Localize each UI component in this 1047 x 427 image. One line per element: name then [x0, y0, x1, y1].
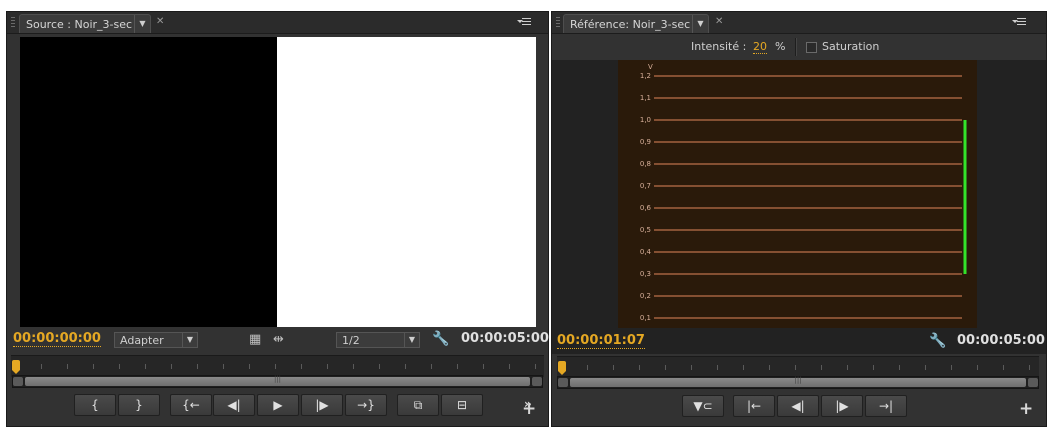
chevron-down-icon[interactable]: ▼ — [134, 15, 150, 33]
panel-menu-icon[interactable] — [517, 17, 531, 27]
fit-dropdown-value: Adapter — [120, 334, 164, 347]
step-forward-button[interactable]: |▶ — [821, 395, 863, 417]
scope-level-label: 0,6 — [640, 204, 652, 212]
go-to-out-button[interactable]: →} — [345, 394, 387, 416]
tab-source[interactable]: Source : Noir_3-sec ▼ — [19, 14, 151, 33]
scope-level-label: 0,9 — [640, 138, 651, 146]
go-to-out-button[interactable]: →| — [865, 395, 907, 417]
time-ruler[interactable] — [557, 356, 1039, 378]
scope-level-label: 0,5 — [640, 226, 651, 234]
intensity-label: Intensité : — [691, 40, 747, 53]
add-button-icon[interactable]: + — [522, 399, 536, 419]
chevron-down-icon[interactable]: ▼ — [692, 15, 708, 33]
scope-background — [618, 60, 977, 328]
waveform-display: V1,2 1,1 1,0 0,9 0,8 0,7 0,6 0,5 0,4 0,3 0,2 0,1 — [618, 60, 977, 328]
toolbar-divider — [795, 38, 796, 56]
overwrite-button[interactable]: ⊟ — [441, 394, 483, 416]
ruler-ticks — [561, 365, 1035, 370]
play-button[interactable]: ▶ — [257, 394, 299, 416]
scope-toolbar: Intensité : 20 % Saturation — [552, 35, 1046, 59]
zoom-handle-right[interactable] — [1028, 378, 1038, 387]
step-back-button[interactable]: ◀| — [777, 395, 819, 417]
resolution-dropdown-value: 1/2 — [342, 334, 360, 347]
scope-level-label: 0,7 — [640, 182, 651, 190]
scope-level-label: 0,8 — [640, 160, 651, 168]
current-timecode[interactable]: 00:00:01:07 — [557, 333, 645, 349]
wrench-icon[interactable]: 🔧 — [929, 334, 946, 348]
chevron-down-icon: ▼ — [182, 333, 197, 347]
playhead[interactable] — [12, 360, 20, 374]
scope-unit-label: V — [648, 63, 653, 71]
zoom-handle-left[interactable] — [13, 377, 23, 386]
go-to-in-button[interactable]: {← — [170, 394, 212, 416]
tab-reference[interactable]: Référence: Noir_3-sec ▼ — [563, 14, 709, 33]
playhead[interactable] — [558, 361, 566, 375]
saturation-checkbox[interactable] — [806, 42, 817, 53]
white-frame-area — [277, 37, 536, 327]
mark-out-button[interactable]: } — [118, 394, 160, 416]
panel-grip-icon[interactable] — [556, 17, 560, 29]
zoom-scrollbar[interactable] — [12, 375, 543, 388]
tab-reference-label: Référence: Noir_3-sec — [570, 18, 691, 31]
mark-in-button[interactable]: { — [74, 394, 116, 416]
tab-source-label: Source : Noir_3-sec — [26, 18, 133, 31]
chevron-down-icon: ▼ — [404, 333, 419, 347]
panel-menu-icon[interactable] — [1012, 17, 1026, 27]
waveform-scope: V 1,2 1,1 1,0 0,9 0,8 0,7 0,6 0,5 0,4 0,3 0,2 0,1 — [552, 60, 1046, 354]
current-timecode[interactable]: 00:00:00:00 — [13, 331, 101, 347]
step-back-button[interactable]: ◀| — [213, 394, 255, 416]
close-icon[interactable]: ✕ — [715, 16, 723, 27]
add-button-icon[interactable]: + — [1019, 399, 1033, 419]
scope-level-label: 1,2 — [640, 72, 651, 80]
fit-dropdown[interactable]: Adapter ▼ — [114, 332, 198, 348]
close-icon[interactable]: ✕ — [156, 16, 164, 27]
source-monitor-panel: Source : Noir_3-sec ▼ ✕ 00:00:00:00 Adap… — [6, 11, 549, 427]
intensity-unit: % — [775, 40, 786, 53]
reference-monitor-panel: Référence: Noir_3-sec ▼ ✕ Intensité : 20… — [551, 11, 1047, 427]
duration-timecode: 00:00:05:00 — [461, 331, 549, 346]
scope-level-label: 0,4 — [640, 248, 652, 256]
insert-button[interactable]: ⧉ — [397, 394, 439, 416]
saturation-label: Saturation — [822, 40, 880, 53]
wrench-icon[interactable]: 🔧 — [432, 332, 449, 346]
scope-level-label: 0,2 — [640, 292, 651, 300]
scope-level-label: 0,1 — [640, 314, 651, 322]
scope-level-label: 1,0 — [640, 116, 651, 124]
source-tab-bar: Source : Noir_3-sec ▼ ✕ — [7, 12, 548, 34]
panel-grip-icon[interactable] — [11, 17, 15, 29]
zoom-handle-right[interactable] — [532, 377, 542, 386]
zoom-scrollbar-thumb[interactable] — [25, 377, 530, 386]
intensity-value[interactable]: 20 — [753, 40, 767, 54]
zoom-handle-left[interactable] — [558, 378, 568, 387]
scope-level-label: 0,3 — [640, 270, 651, 278]
zoom-scrollbar-thumb[interactable] — [570, 378, 1026, 387]
reference-tab-bar: Référence: Noir_3-sec ▼ ✕ — [552, 12, 1046, 34]
film-strip-icon[interactable]: ▦ — [249, 333, 261, 346]
time-ruler[interactable] — [11, 355, 544, 377]
step-forward-button[interactable]: |▶ — [301, 394, 343, 416]
audio-waveform-icon[interactable]: ⇹ — [273, 333, 284, 346]
video-display — [20, 37, 536, 327]
duration-timecode: 00:00:05:00 — [957, 333, 1045, 348]
ruler-ticks — [15, 364, 540, 369]
gang-to-source-button[interactable]: ▼⊂ — [682, 395, 724, 417]
resolution-dropdown[interactable]: 1/2 ▼ — [336, 332, 420, 348]
zoom-scrollbar[interactable] — [557, 376, 1039, 389]
go-to-in-button[interactable]: |← — [733, 395, 775, 417]
scope-level-label: 1,1 — [640, 94, 651, 102]
